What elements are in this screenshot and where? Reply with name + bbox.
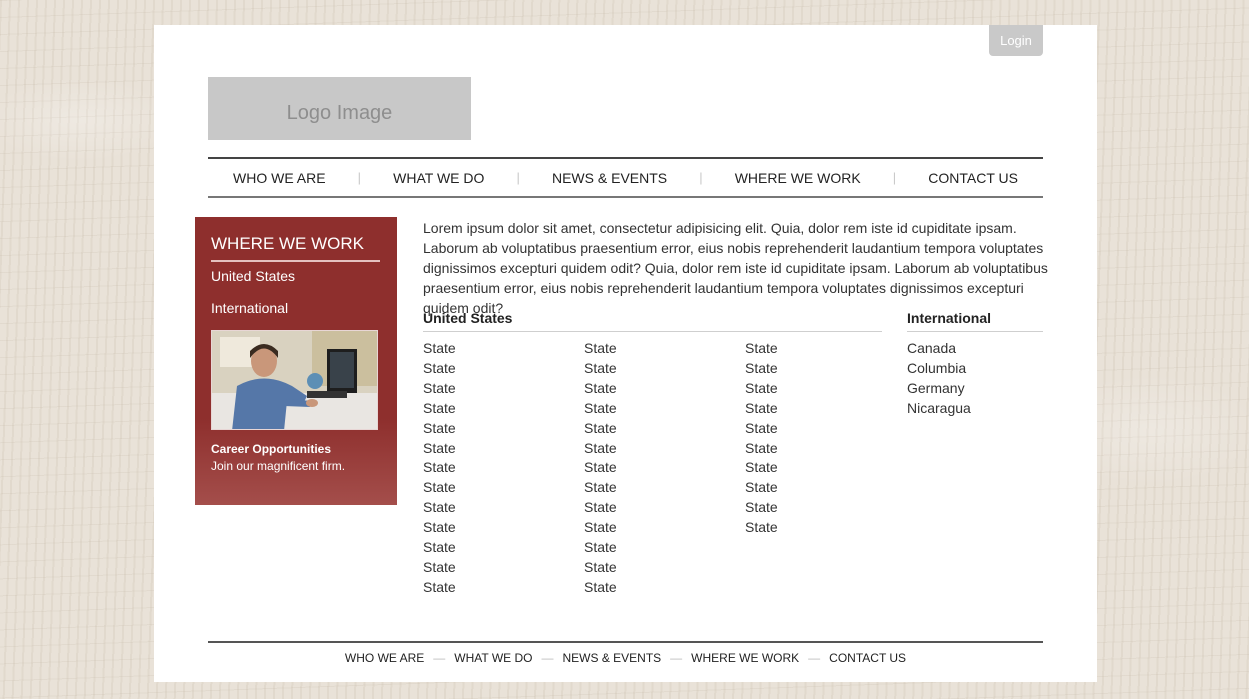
footer-separator: — — [670, 651, 683, 665]
footer-separator: — — [433, 651, 446, 665]
country-link-columbia[interactable]: Columbia — [907, 359, 1047, 379]
nav-item-news-events[interactable]: NEWS & EVENTS — [527, 170, 692, 186]
footer-link-news-events[interactable]: NEWS & EVENTS — [562, 651, 661, 665]
country-link-nicaragua[interactable]: Nicaragua — [907, 399, 1047, 419]
state-link[interactable]: State — [423, 439, 563, 459]
nav-separator: | — [516, 170, 520, 185]
state-link[interactable]: State — [423, 458, 563, 478]
nav-item-what-we-do[interactable]: WHAT WE DO — [368, 170, 509, 186]
state-link[interactable]: State — [423, 339, 563, 359]
career-opportunities-link[interactable]: Career Opportunities — [211, 442, 331, 456]
us-states-column-2: State State State State State State Stat… — [584, 339, 724, 598]
footer-divider — [208, 641, 1043, 643]
nav-separator: | — [357, 170, 362, 185]
state-link[interactable]: State — [584, 538, 724, 558]
state-link[interactable]: State — [423, 399, 563, 419]
us-states-column-3: State State State State State State Stat… — [745, 339, 885, 538]
sidebar: WHERE WE WORK United States Internationa… — [195, 217, 397, 505]
footer-link-contact-us[interactable]: CONTACT US — [829, 651, 906, 665]
state-link[interactable]: State — [584, 498, 724, 518]
united-states-heading: United States — [423, 310, 882, 332]
country-link-canada[interactable]: Canada — [907, 339, 1047, 359]
footer-link-what-we-do[interactable]: WHAT WE DO — [454, 651, 532, 665]
page-container: Login Logo Image WHO WE ARE | WHAT WE DO… — [154, 25, 1097, 682]
nav-item-contact-us[interactable]: CONTACT US — [903, 170, 1043, 186]
sidebar-title: WHERE WE WORK — [211, 234, 380, 262]
career-subtitle: Join our magnificent firm. — [211, 459, 346, 473]
state-link[interactable]: State — [745, 339, 885, 359]
state-link[interactable]: State — [745, 439, 885, 459]
state-link[interactable]: State — [423, 578, 563, 598]
state-link[interactable]: State — [423, 538, 563, 558]
career-photo-illustration — [212, 331, 377, 429]
nav-item-who-we-are[interactable]: WHO WE ARE — [208, 170, 351, 186]
nav-separator: | — [699, 170, 703, 185]
state-link[interactable]: State — [745, 359, 885, 379]
state-link[interactable]: State — [423, 419, 563, 439]
state-link[interactable]: State — [745, 379, 885, 399]
sidebar-link-united-states[interactable]: United States — [211, 268, 295, 284]
footer-link-who-we-are[interactable]: WHO WE ARE — [345, 651, 424, 665]
state-link[interactable]: State — [745, 399, 885, 419]
state-link[interactable]: State — [584, 359, 724, 379]
state-link[interactable]: State — [584, 379, 724, 399]
state-link[interactable]: State — [423, 498, 563, 518]
state-link[interactable]: State — [584, 578, 724, 598]
career-photo[interactable] — [211, 330, 378, 430]
state-link[interactable]: State — [423, 558, 563, 578]
state-link[interactable]: State — [423, 379, 563, 399]
nav-item-where-we-work[interactable]: WHERE WE WORK — [710, 170, 886, 186]
state-link[interactable]: State — [584, 478, 724, 498]
state-link[interactable]: State — [584, 339, 724, 359]
us-states-column-1: State State State State State State Stat… — [423, 339, 563, 598]
state-link[interactable]: State — [584, 518, 724, 538]
state-link[interactable]: State — [745, 478, 885, 498]
state-link[interactable]: State — [745, 518, 885, 538]
main-nav: WHO WE ARE | WHAT WE DO | NEWS & EVENTS … — [208, 157, 1043, 198]
international-heading: International — [907, 310, 1043, 332]
footer-separator: — — [541, 651, 554, 665]
footer-separator: — — [808, 651, 821, 665]
state-link[interactable]: State — [423, 359, 563, 379]
intro-text: Lorem ipsum dolor sit amet, consectetur … — [423, 220, 1048, 316]
nav-separator: | — [892, 170, 897, 185]
state-link[interactable]: State — [584, 439, 724, 459]
footer-nav: WHO WE ARE — WHAT WE DO — NEWS & EVENTS — WHER… — [154, 651, 1097, 665]
state-link[interactable]: State — [745, 419, 885, 439]
login-button[interactable]: Login — [989, 25, 1043, 56]
sidebar-link-international[interactable]: International — [211, 300, 288, 316]
state-link[interactable]: State — [584, 558, 724, 578]
state-link[interactable]: State — [584, 399, 724, 419]
state-link[interactable]: State — [584, 419, 724, 439]
country-link-germany[interactable]: Germany — [907, 379, 1047, 399]
state-link[interactable]: State — [423, 478, 563, 498]
state-link[interactable]: State — [584, 458, 724, 478]
logo-image[interactable]: Logo Image — [208, 77, 471, 140]
state-link[interactable]: State — [423, 518, 563, 538]
state-link[interactable]: State — [745, 498, 885, 518]
state-link[interactable]: State — [745, 458, 885, 478]
international-list: Canada Columbia Germany Nicaragua — [907, 339, 1047, 419]
footer-link-where-we-work[interactable]: WHERE WE WORK — [691, 651, 799, 665]
